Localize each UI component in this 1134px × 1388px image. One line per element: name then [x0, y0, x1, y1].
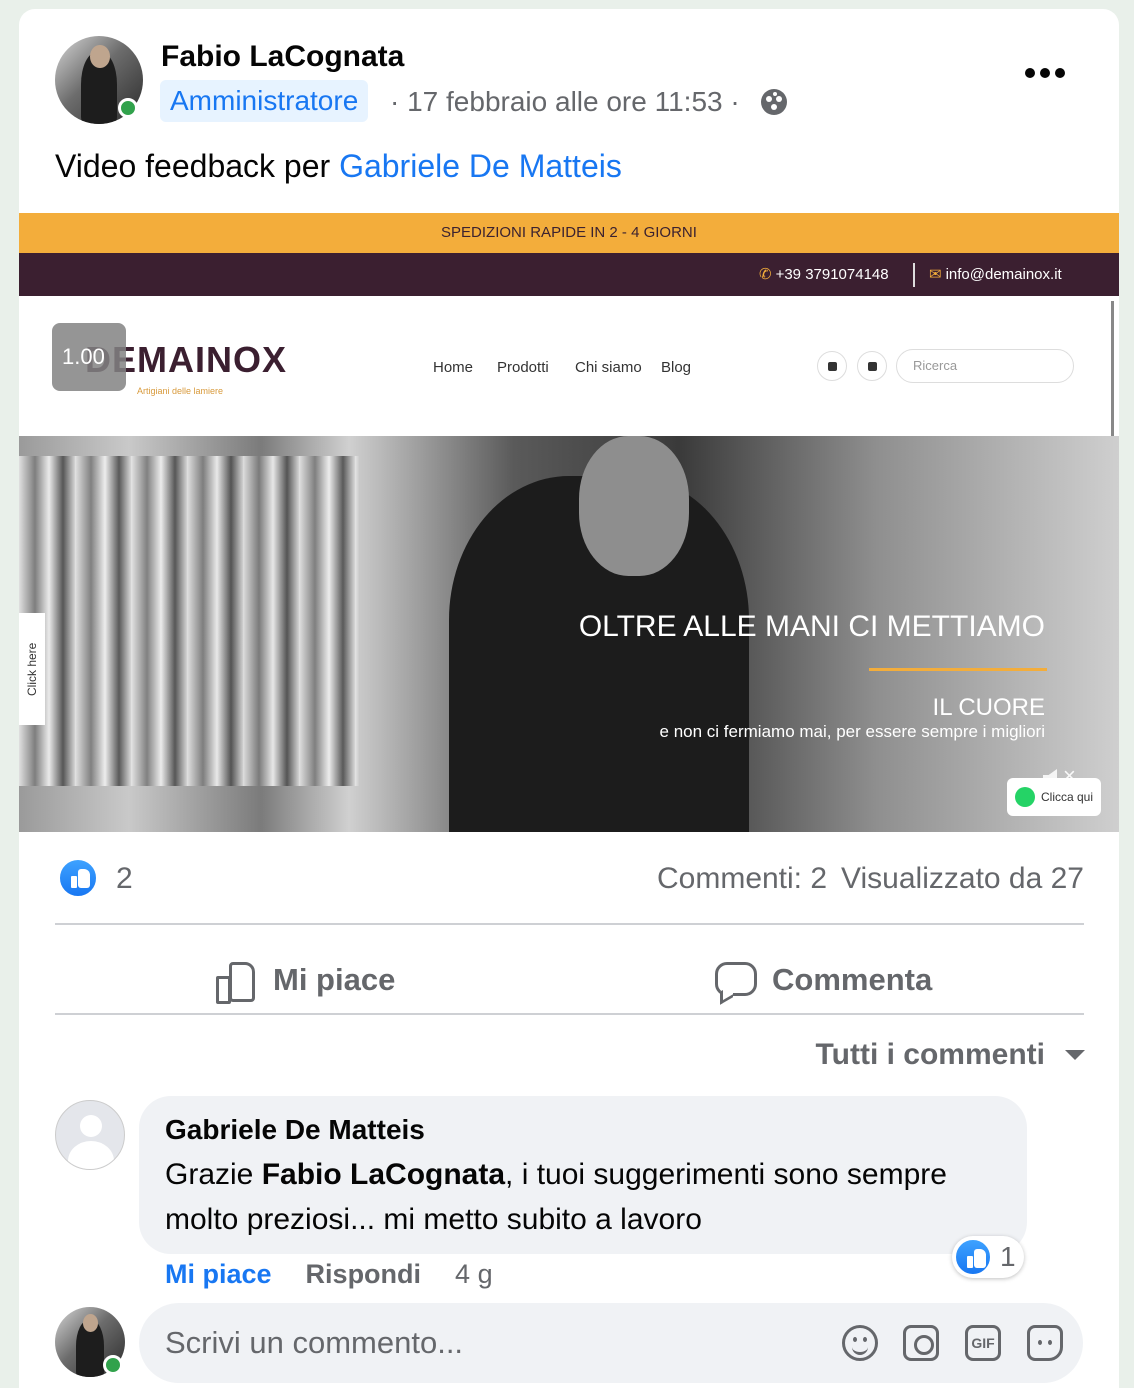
mute-icon[interactable] — [1041, 761, 1081, 797]
video-hero-subtitle: IL CUORE — [932, 694, 1045, 721]
comment-reply-button[interactable]: Rispondi — [306, 1259, 422, 1289]
sticker-icon[interactable] — [1027, 1325, 1063, 1361]
comment-like-button[interactable]: Mi piace — [165, 1259, 272, 1289]
online-status-icon — [118, 98, 138, 118]
comment-input[interactable] — [165, 1303, 805, 1383]
like-button-label: Mi piace — [273, 962, 396, 997]
comment-timestamp[interactable]: 4 g — [455, 1259, 493, 1289]
playback-speed-badge[interactable]: 1.00 — [52, 323, 126, 391]
comments-sort-label: Tutti i commenti — [815, 1038, 1045, 1071]
video-phone-text: +39 3791074148 — [775, 266, 889, 283]
like-reaction-icon — [954, 1238, 992, 1276]
cart-icon — [817, 351, 847, 381]
post-stats: Commenti: 2 Visualizzato da 27 — [643, 862, 1084, 896]
phone-icon: ✆ — [759, 266, 772, 283]
video-hero-frame: OLTRE ALLE MANI CI METTIAMO IL CUORE e n… — [19, 436, 1119, 832]
video-site-search: Ricerca — [896, 349, 1074, 383]
video-shipping-banner: SPEDIZIONI RAPIDE IN 2 - 4 GIORNI — [19, 213, 1119, 253]
comment-reaction-pill[interactable]: 1 — [952, 1236, 1024, 1278]
caret-down-icon — [1065, 1050, 1085, 1060]
post-author-name[interactable]: Fabio LaCognata — [161, 40, 404, 74]
video-hero-title: OLTRE ALLE MANI CI METTIAMO — [578, 610, 1045, 643]
video-site-logo-tagline: Artigiani delle lamiere — [137, 386, 224, 396]
thumbs-up-icon — [215, 960, 255, 1004]
video-nav-blog: Blog — [661, 359, 692, 376]
like-reaction-icon[interactable] — [58, 858, 98, 898]
comment-icon — [714, 960, 757, 1000]
comment-actions: Mi piace Rispondi 4 g — [165, 1259, 527, 1290]
post-text-prefix: Video feedback per — [55, 148, 340, 184]
video-nav-products: Prodotti — [497, 359, 549, 376]
like-button[interactable]: Mi piace — [215, 942, 395, 1018]
video-email-text: info@demainox.it — [945, 266, 1062, 283]
video-email: ✉ info@demainox.it — [929, 265, 1062, 283]
online-status-icon — [103, 1355, 123, 1375]
post-timestamp[interactable]: · 17 febbraio alle ore 11:53 · — [390, 86, 740, 118]
emoji-icon[interactable] — [842, 1325, 878, 1361]
video-phone: ✆ +39 3791074148 — [759, 265, 889, 283]
comment-author[interactable]: Gabriele De Matteis — [165, 1114, 1001, 1146]
video-hero-tagline: e non ci fermiamo mai, per essere sempre… — [659, 722, 1045, 741]
comment-bubble: Gabriele De Matteis Grazie Fabio LaCogna… — [139, 1096, 1027, 1254]
comments-sort-dropdown[interactable]: Tutti i commenti — [816, 1038, 1085, 1072]
commenter-avatar[interactable] — [55, 1100, 125, 1170]
comment-reaction-count: 1 — [1000, 1241, 1016, 1272]
video-click-here-tab: Click here — [19, 613, 45, 725]
user-icon — [857, 351, 887, 381]
more-options-icon[interactable] — [1025, 65, 1065, 81]
post-card: Fabio LaCognata Amministratore · 17 febb… — [19, 9, 1119, 1388]
video-nav-about: Chi siamo — [575, 359, 642, 376]
comment-button[interactable]: Commenta — [714, 942, 932, 1018]
video-nav-home: Home — [433, 359, 474, 376]
post-text: Video feedback per Gabriele De Matteis — [55, 148, 622, 185]
video-contact-bar: ✆ +39 3791074148 ✉ info@demainox.it — [19, 253, 1119, 296]
comment-text-start: Grazie — [165, 1158, 262, 1191]
views-count[interactable]: Visualizzato da 27 — [841, 862, 1084, 895]
role-badge[interactable]: Amministratore — [160, 80, 369, 122]
comment-text: Grazie Fabio LaCognata, i tuoi suggerime… — [165, 1152, 1001, 1242]
mail-icon: ✉ — [929, 266, 942, 283]
group-icon — [761, 89, 787, 115]
mentioned-user-link[interactable]: Gabriele De Matteis — [339, 148, 622, 184]
comment-button-label: Commenta — [772, 962, 933, 997]
comment-composer: GIF — [139, 1303, 1083, 1383]
comment-mention-link[interactable]: Fabio LaCognata — [262, 1158, 505, 1191]
camera-icon[interactable] — [903, 1325, 939, 1361]
comments-count[interactable]: Commenti: 2 — [657, 862, 827, 895]
reaction-count[interactable]: 2 — [116, 862, 133, 896]
gif-icon[interactable]: GIF — [965, 1325, 1001, 1361]
video-player[interactable]: SPEDIZIONI RAPIDE IN 2 - 4 GIORNI ✆ +39 3… — [19, 213, 1119, 832]
